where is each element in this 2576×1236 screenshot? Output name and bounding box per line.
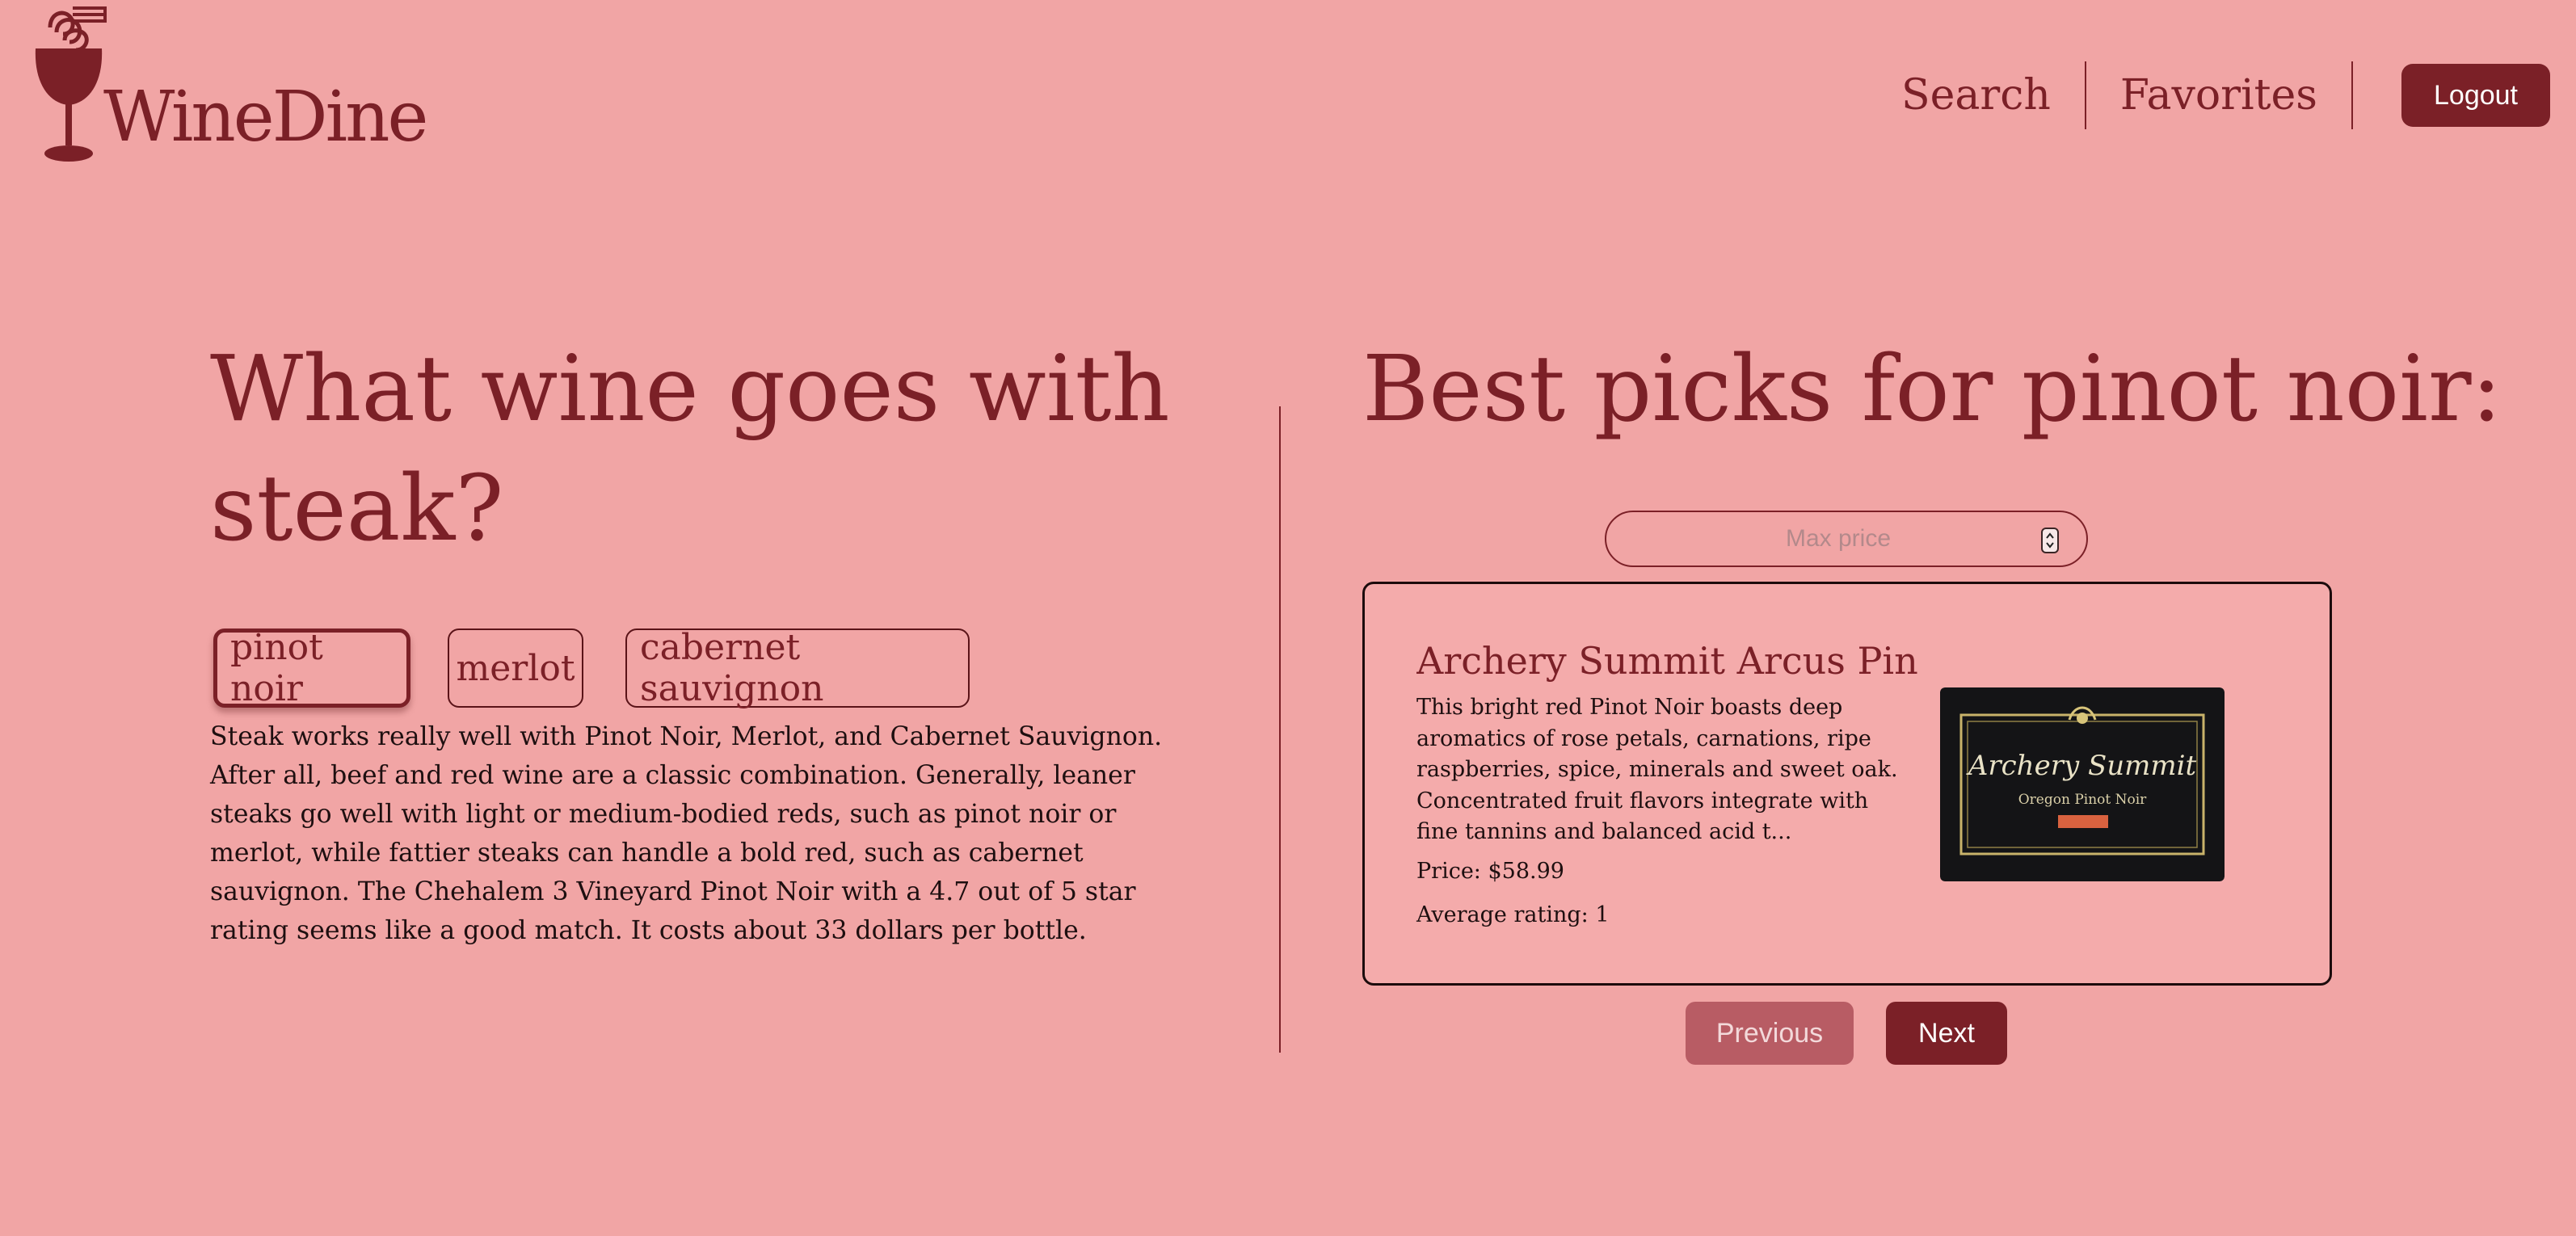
wine-type-chip-pinot-noir[interactable]: pinot noir [213, 627, 410, 709]
nav-divider [2351, 61, 2353, 129]
wine-description: This bright red Pinot Noir boasts deep a… [1416, 695, 1898, 844]
wine-label-image: Archery Summit Oregon Pinot Noir [1940, 687, 2225, 881]
nav-favorites-link[interactable]: Favorites [2086, 71, 2351, 120]
max-price-input[interactable] [1606, 512, 2086, 565]
wine-type-options: pinot noir merlot cabernet sauvignon [213, 627, 970, 709]
pagination: Previous Next [1686, 1002, 2007, 1065]
page: WineDine Search Favorites Logout What wi… [0, 0, 2576, 1236]
pairing-explanation: Steak works really well with Pinot Noir,… [210, 722, 1163, 945]
column-divider [1279, 406, 1281, 1053]
spinner-arrows-icon [2046, 532, 2054, 549]
number-spinner[interactable] [2041, 528, 2059, 553]
label-sub-text: Oregon Pinot Noir [2018, 792, 2147, 808]
top-nav: Search Favorites Logout [1867, 61, 2550, 129]
wine-price: Price: $58.99 [1416, 859, 1564, 884]
pairing-question: What wine goes with steak? [210, 337, 1170, 561]
wine-rating: Average rating: 1 [1416, 902, 1610, 927]
previous-button[interactable]: Previous [1686, 1002, 1854, 1065]
brand-name: WineDine [103, 77, 428, 158]
next-button[interactable]: Next [1886, 1002, 2007, 1065]
wine-name[interactable]: Archery Summit Arcus Pin... [1416, 639, 1917, 683]
logout-button[interactable]: Logout [2401, 64, 2550, 127]
best-picks-title: Best picks for pinot noir: [1362, 337, 2502, 442]
wine-type-chip-merlot[interactable]: merlot [448, 629, 583, 708]
max-price-field [1605, 511, 2088, 567]
label-brand-text: Archery Summit [1966, 750, 2197, 782]
wine-result-card[interactable]: Archery Summit Arcus Pin... This bright … [1362, 582, 2332, 986]
wine-glass-icon [35, 6, 107, 162]
nav-search-link[interactable]: Search [1867, 71, 2085, 120]
wine-type-chip-cabernet-sauvignon[interactable]: cabernet sauvignon [625, 627, 970, 709]
brand-logo[interactable]: WineDine [32, 5, 436, 166]
